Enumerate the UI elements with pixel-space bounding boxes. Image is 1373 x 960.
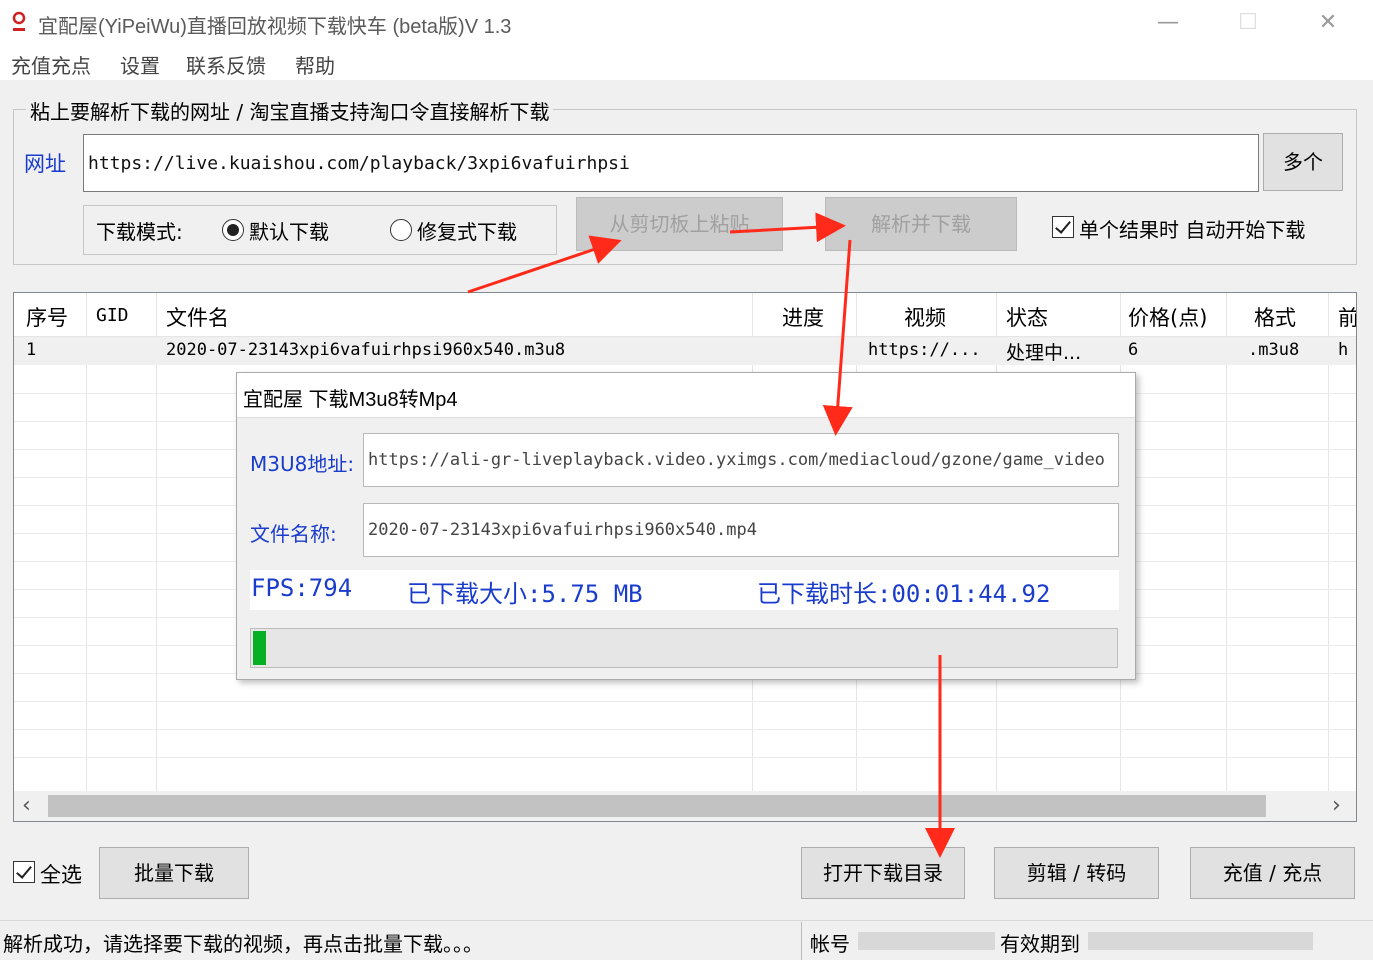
m3u8-url-label: M3U8地址: [250,452,355,476]
paste-from-clipboard-button[interactable]: 从剪切板上粘贴 [576,197,783,251]
parse-and-download-button[interactable]: 解析并下载 [825,197,1017,251]
column-header-format[interactable]: 格式 [1254,302,1296,332]
menu-help[interactable]: 帮助 [295,50,335,79]
column-header-price[interactable]: 价格(点) [1128,302,1207,332]
menu-feedback[interactable]: 联系反馈 [186,50,266,79]
download-progress-bar [250,628,1118,668]
window-title: 宜配屋(YiPeiWu)直播回放视频下载快车 (beta版)V 1.3 [38,16,512,38]
cell-index: 1 [26,340,37,360]
filename-field[interactable]: 2020-07-23143xpi6vafuirhpsi960x540.mp4 [363,503,1119,557]
multi-url-button[interactable]: 多个 [1263,133,1343,191]
horizontal-scrollbar[interactable]: ‹ › [14,791,1356,821]
menu-settings[interactable]: 设置 [120,50,160,79]
column-header-video[interactable]: 视频 [904,302,946,332]
close-button[interactable]: ✕ [1288,0,1368,46]
column-header-status[interactable]: 状态 [1006,302,1048,332]
m3u8-convert-dialog: 宜配屋 下载M3u8转Mp4 M3U8地址: https://ali-gr-li… [236,372,1136,680]
radio-repair-label[interactable]: 修复式下载 [417,216,517,245]
status-divider [801,922,802,960]
url-input[interactable] [83,134,1259,192]
scroll-right-arrow-icon[interactable]: › [1332,791,1341,821]
table-header: 序号 GID 文件名 进度 视频 状态 价格(点) 格式 前 [14,293,1356,337]
app-logo-icon [12,11,26,31]
downloaded-size-readout: 已下载大小:5.75 MB [407,580,643,608]
url-label: 网址 [24,152,66,176]
scrollbar-thumb[interactable] [48,795,1266,817]
recharge-button[interactable]: 充值 / 充点 [1190,847,1355,899]
expiry-label: 有效期到 [1000,932,1080,956]
column-header-filename[interactable]: 文件名 [166,302,229,332]
column-header-prefix[interactable]: 前 [1338,302,1356,332]
open-download-folder-button[interactable]: 打开下载目录 [801,847,965,899]
scroll-left-arrow-icon[interactable]: ‹ [22,791,31,821]
filename-label: 文件名称: [250,522,337,546]
dialog-title: 宜配屋 下载M3u8转Mp4 [243,389,458,411]
column-header-index[interactable]: 序号 [26,302,68,332]
cell-status: 处理中... [1006,342,1082,364]
column-header-gid[interactable]: GID [96,305,129,326]
fps-readout: FPS:794 [251,574,353,602]
cell-filename: 2020-07-23143xpi6vafuirhpsi960x540.m3u8 [166,340,566,360]
minimize-button[interactable]: — [1128,0,1208,46]
batch-download-button[interactable]: 批量下载 [99,847,249,899]
url-group-caption: 粘上要解析下载的网址 / 淘宝直播支持淘口令直接解析下载 [26,96,554,125]
auto-start-label[interactable]: 单个结果时 自动开始下载 [1079,214,1305,243]
select-all-label[interactable]: 全选 [40,859,82,889]
auto-start-checkbox[interactable] [1052,216,1074,238]
cell-video: https://... [868,340,981,360]
m3u8-url-field[interactable]: https://ali-gr-liveplayback.video.yximgs… [363,433,1119,487]
download-mode-label: 下载模式: [96,220,183,244]
account-label: 帐号 [810,932,850,956]
column-header-progress[interactable]: 进度 [782,302,824,332]
cell-price: 6 [1128,340,1139,360]
radio-repair-download[interactable] [390,219,412,241]
cell-format: .m3u8 [1248,340,1300,360]
status-message: 解析成功，请选择要下载的视频，再点击批量下载。。。 [3,932,483,956]
maximize-button[interactable]: ☐ [1208,0,1288,46]
expiry-value-redacted [1088,932,1313,950]
downloaded-time-readout: 已下载时长:00:01:44.92 [757,580,1051,608]
radio-default-label[interactable]: 默认下载 [249,216,329,245]
edit-transcode-button[interactable]: 剪辑 / 转码 [994,847,1159,899]
download-progress-fill [253,631,266,665]
cell-prefix: h [1338,340,1349,360]
menu-recharge[interactable]: 充值充点 [11,50,91,79]
radio-default-download[interactable] [222,219,244,241]
account-value-redacted [858,932,995,950]
select-all-checkbox[interactable] [13,861,35,883]
